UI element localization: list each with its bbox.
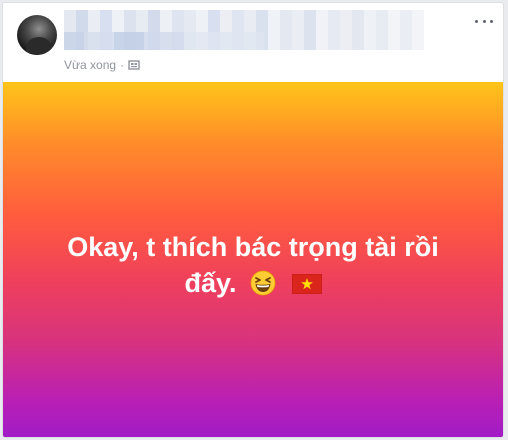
post-timestamp[interactable]: Vừa xong <box>64 58 116 72</box>
options-icon[interactable] <box>475 15 493 27</box>
avatar[interactable] <box>17 15 57 55</box>
post-background: Okay, t thích bác trọng tài rồi đấy. <box>3 82 503 437</box>
author-name-blurred[interactable] <box>64 10 424 50</box>
post-text: Okay, t thích bác trọng tài rồi đấy. <box>33 229 473 301</box>
post-text-line-2-row: đấy. <box>33 265 473 301</box>
audience-icon[interactable] <box>128 59 140 71</box>
post-meta: Vừa xong · <box>64 57 140 73</box>
post-header: Vừa xong · <box>3 3 503 81</box>
post-card: Vừa xong · Okay, t thích bác trọng tài r… <box>2 2 504 438</box>
grinning-squinting-face-icon <box>250 270 276 296</box>
vietnam-flag-icon <box>291 274 322 294</box>
post-text-line-1: Okay, t thích bác trọng tài rồi <box>67 232 439 262</box>
meta-separator: · <box>120 58 125 72</box>
post-text-line-2: đấy. <box>184 268 237 298</box>
